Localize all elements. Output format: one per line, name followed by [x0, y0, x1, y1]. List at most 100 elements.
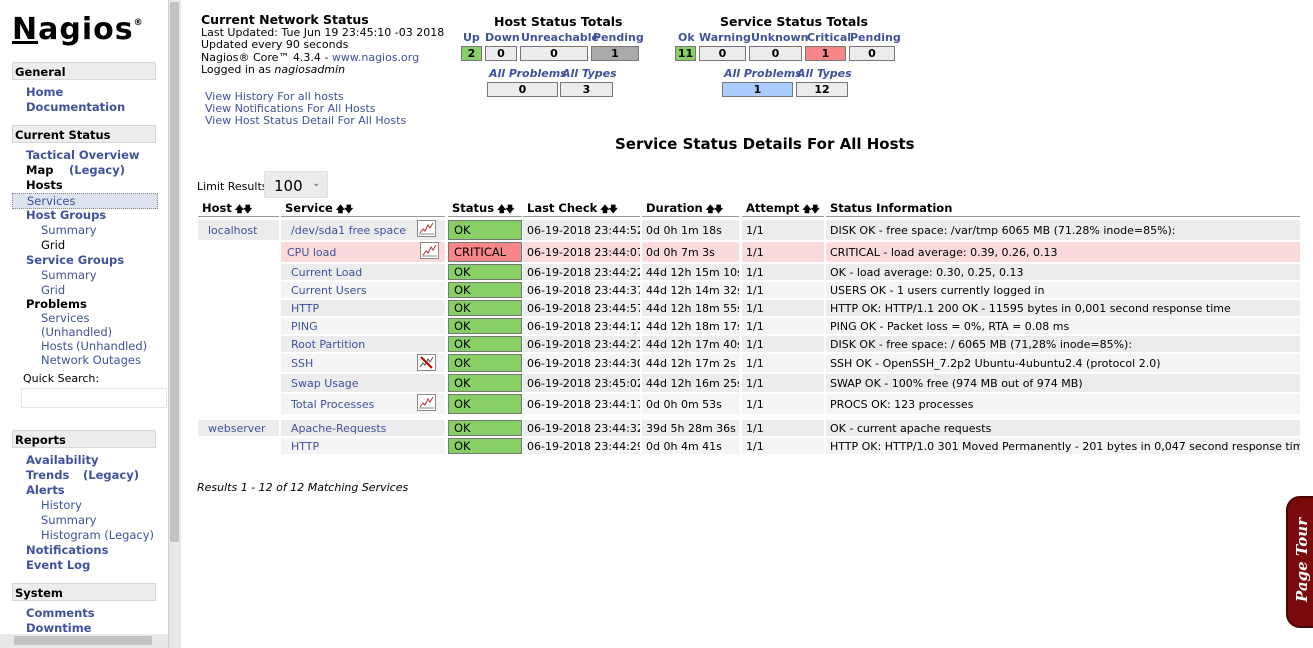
host-total-unreachable[interactable]: 0	[520, 46, 588, 61]
menu-hg-grid[interactable]: Grid	[41, 238, 65, 252]
menu-alert-history[interactable]: History	[41, 498, 82, 512]
host-label-down[interactable]: Down	[485, 31, 520, 44]
host-all-problems-label[interactable]: All Problems	[489, 67, 567, 80]
menu-trends[interactable]: Trends	[26, 468, 69, 482]
menu-home[interactable]: Home	[26, 85, 63, 99]
service-cell[interactable]: PING	[281, 318, 445, 334]
menu-network-outages[interactable]: Network Outages	[41, 353, 141, 367]
sort-arrows-icon[interactable]: 🡅🡇	[497, 205, 514, 215]
svc-label-warning[interactable]: Warning	[699, 31, 751, 44]
svc-total-ok[interactable]: 11	[675, 46, 696, 61]
svc-label-unknown[interactable]: Unknown	[751, 31, 808, 44]
menu-comments[interactable]: Comments	[26, 606, 95, 620]
menu-sg-grid[interactable]: Grid	[41, 283, 65, 297]
page-tour-button[interactable]: Page Tour	[1286, 496, 1313, 628]
menu-event-log[interactable]: Event Log	[26, 558, 90, 572]
sidebar-hscroll-thumb[interactable]	[14, 636, 152, 645]
sidebar-horizontal-scrollbar[interactable]	[0, 634, 168, 648]
menu-host-groups[interactable]: Host Groups	[26, 208, 106, 222]
col-service[interactable]: Service 🡅🡇	[281, 201, 445, 217]
svc-total-unknown[interactable]: 0	[749, 46, 802, 61]
sort-arrows-icon[interactable]: 🡅🡇	[802, 205, 819, 215]
menu-map-legacy[interactable]: (Legacy)	[69, 163, 125, 177]
limit-results-select[interactable]: 100 ⌄	[264, 171, 328, 198]
menu-service-groups[interactable]: Service Groups	[26, 253, 124, 267]
nagios-logo[interactable]: Nagios®	[12, 12, 144, 47]
menu-tactical-overview[interactable]: Tactical Overview	[26, 148, 140, 162]
sort-arrows-icon[interactable]: 🡅🡇	[235, 205, 252, 215]
svc-all-problems-label[interactable]: All Problems	[724, 67, 802, 80]
col-last-check[interactable]: Last Check 🡅🡇	[523, 201, 640, 217]
svc-total-pending[interactable]: 0	[849, 46, 895, 61]
service-cell[interactable]: HTTP	[281, 300, 445, 316]
host-cell[interactable]: localhost	[198, 220, 279, 240]
host-cell[interactable]	[198, 354, 279, 372]
host-all-problems[interactable]: 0	[487, 82, 558, 97]
quick-search-input[interactable]	[21, 388, 167, 408]
host-cell[interactable]	[198, 300, 279, 316]
host-total-pending[interactable]: 1	[591, 46, 639, 61]
view-host-detail-link[interactable]: View Host Status Detail For All Hosts	[205, 114, 406, 127]
performance-graph-icon[interactable]	[420, 242, 439, 259]
host-total-down[interactable]: 0	[485, 46, 517, 61]
host-all-types-label[interactable]: All Types	[562, 67, 617, 80]
menu-hg-summary[interactable]: Summary	[41, 223, 97, 237]
sort-arrows-icon[interactable]: 🡅🡇	[600, 205, 617, 215]
svc-label-pending[interactable]: Pending	[850, 31, 901, 44]
host-cell[interactable]	[198, 438, 279, 454]
sort-arrows-icon[interactable]: 🡅🡇	[706, 205, 723, 215]
host-cell[interactable]	[198, 318, 279, 334]
sort-arrows-icon[interactable]: 🡅🡇	[336, 205, 353, 215]
col-duration[interactable]: Duration 🡅🡇	[642, 201, 739, 217]
col-attempt[interactable]: Attempt 🡅🡇	[742, 201, 824, 217]
no-graph-icon[interactable]	[417, 354, 436, 371]
menu-downtime[interactable]: Downtime	[26, 621, 91, 635]
performance-graph-icon[interactable]	[417, 394, 436, 411]
service-cell[interactable]: Apache-Requests	[281, 420, 445, 436]
svc-label-critical[interactable]: Critical	[807, 31, 851, 44]
host-all-types[interactable]: 3	[560, 82, 613, 97]
host-cell[interactable]: webserver	[198, 420, 279, 436]
menu-availability[interactable]: Availability	[26, 453, 98, 467]
menu-problem-services[interactable]: Services	[41, 311, 90, 325]
svc-all-problems[interactable]: 1	[722, 82, 793, 97]
host-cell[interactable]	[198, 394, 279, 414]
menu-sg-summary[interactable]: Summary	[41, 268, 97, 282]
svc-all-types[interactable]: 12	[796, 82, 848, 97]
svc-all-types-label[interactable]: All Types	[797, 67, 852, 80]
menu-alert-histogram[interactable]: Histogram (Legacy)	[41, 528, 154, 542]
host-total-up[interactable]: 2	[461, 46, 482, 61]
nagios-website-link[interactable]: www.nagios.org	[332, 51, 419, 64]
host-label-up[interactable]: Up	[463, 31, 480, 44]
host-cell[interactable]	[198, 374, 279, 392]
performance-graph-icon[interactable]	[417, 220, 436, 237]
host-label-unreachable[interactable]: Unreachable	[521, 31, 599, 44]
host-cell[interactable]	[198, 264, 279, 280]
menu-alert-summary[interactable]: Summary	[41, 513, 97, 527]
menu-hosts[interactable]: Hosts	[26, 178, 63, 192]
menu-problem-hosts[interactable]: Hosts	[41, 339, 73, 353]
menu-problem-hosts-unhandled[interactable]: (Unhandled)	[76, 339, 147, 353]
svc-label-ok[interactable]: Ok	[678, 31, 695, 44]
menu-documentation[interactable]: Documentation	[26, 100, 125, 114]
host-cell[interactable]	[198, 336, 279, 352]
menu-problems[interactable]: Problems	[26, 297, 87, 311]
service-cell[interactable]: Current Load	[281, 264, 445, 280]
menu-notifications[interactable]: Notifications	[26, 543, 108, 557]
col-status[interactable]: Status 🡅🡇	[448, 201, 522, 217]
menu-problem-services-unhandled[interactable]: (Unhandled)	[41, 325, 112, 339]
menu-trends-legacy[interactable]: (Legacy)	[83, 468, 139, 482]
svc-total-critical[interactable]: 1	[805, 46, 846, 61]
svc-total-warning[interactable]: 0	[699, 46, 746, 61]
service-cell[interactable]: HTTP	[281, 438, 445, 454]
menu-map[interactable]: Map	[26, 163, 53, 177]
host-cell[interactable]	[198, 282, 279, 298]
host-cell[interactable]	[198, 242, 279, 262]
host-label-pending[interactable]: Pending	[593, 31, 644, 44]
service-cell[interactable]: Swap Usage	[281, 374, 445, 392]
service-cell[interactable]: Root Partition	[281, 336, 445, 352]
menu-services-selected[interactable]: Services	[12, 193, 158, 209]
col-host[interactable]: Host 🡅🡇	[198, 201, 279, 217]
sidebar-vertical-scrollbar[interactable]	[168, 0, 181, 648]
sidebar-scroll-thumb[interactable]	[170, 2, 179, 542]
